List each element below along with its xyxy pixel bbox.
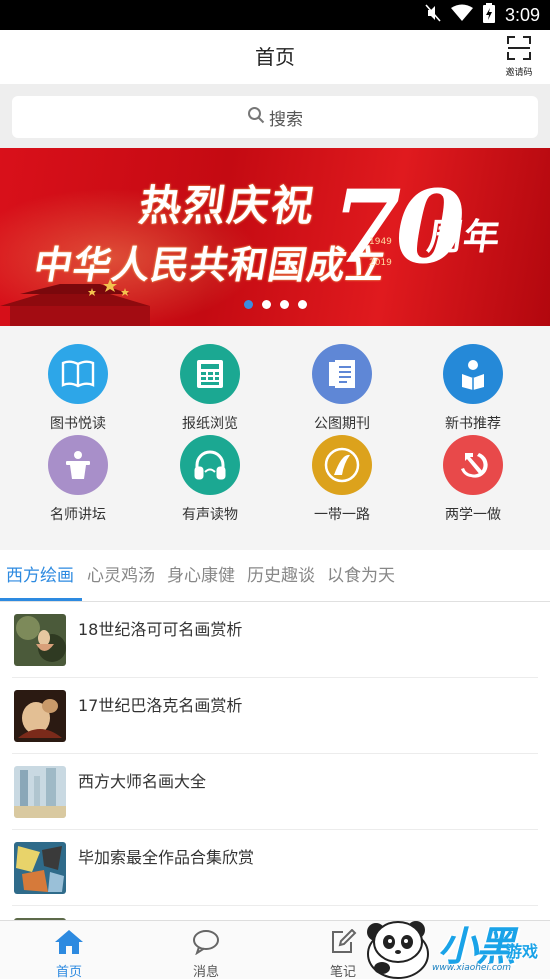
message-icon	[191, 929, 221, 959]
battery-icon	[482, 3, 495, 27]
tab-chicken-soup[interactable]: 心灵鸡汤	[87, 550, 155, 602]
grid-item-label: 新书推荐	[445, 416, 501, 432]
grid-item-label: 两学一做	[445, 507, 501, 523]
grid-item-belt-road[interactable]: 一带一路	[287, 435, 397, 525]
carousel-indicators	[0, 300, 550, 309]
status-bar: 3:09	[0, 0, 550, 30]
nav-label: 消息	[192, 965, 219, 979]
search-bar-container: 搜索	[0, 84, 550, 148]
article-thumbnail	[14, 842, 66, 894]
book-icon	[48, 344, 108, 404]
tab-food[interactable]: 以食为天	[327, 550, 395, 602]
article-title: 17世纪巴洛克名画赏析	[78, 696, 243, 715]
list-item[interactable]: 18世纪洛可可名画赏析	[0, 602, 550, 678]
grid-item-label: 报纸浏览	[182, 416, 238, 432]
feature-grid: 图书悦读 报纸浏览 公图期刊 新书推荐 名师讲坛 有声读物 一带一路 两学一做	[0, 326, 550, 550]
grid-item-audiobooks[interactable]: 有声读物	[155, 435, 265, 525]
tab-health[interactable]: 身心康健	[167, 550, 235, 602]
note-icon	[328, 928, 358, 959]
article-title: 毕加索最全作品合集欣赏	[78, 848, 255, 867]
carousel-dot[interactable]	[261, 300, 271, 309]
grid-item-label: 有声读物	[182, 507, 238, 523]
grid-item-new-books[interactable]: 新书推荐	[418, 344, 528, 434]
watermark-url: www.xiaohei.com	[432, 963, 512, 973]
search-placeholder: 搜索	[269, 109, 303, 130]
app-header: 首页 邀请码	[0, 30, 550, 84]
carousel-dot[interactable]	[243, 300, 253, 309]
grid-item-label: 公图期刊	[314, 416, 370, 432]
tab-western-painting[interactable]: 西方绘画	[6, 550, 74, 602]
banner-year-end: 2019	[369, 258, 392, 268]
status-time: 3:09	[504, 4, 540, 25]
article-thumbnail	[14, 690, 66, 742]
article-title: 18世纪洛可可名画赏析	[78, 620, 243, 639]
page-title: 首页	[255, 45, 295, 69]
grid-item-books[interactable]: 图书悦读	[23, 344, 133, 434]
newspaper-icon	[180, 344, 240, 404]
list-item[interactable]: 毕加索最全作品合集欣赏	[0, 830, 550, 906]
grid-item-label: 图书悦读	[50, 416, 106, 432]
active-tab-indicator	[0, 598, 82, 601]
nav-label: 首页	[55, 965, 82, 979]
podium-icon	[48, 435, 108, 495]
reader-icon	[443, 344, 503, 404]
grid-item-newspapers[interactable]: 报纸浏览	[155, 344, 265, 434]
carousel-dot[interactable]	[279, 300, 289, 309]
nav-messages[interactable]: 消息	[161, 921, 251, 979]
article-thumbnail	[14, 766, 66, 818]
list-item[interactable]: 17世纪巴洛克名画赏析	[0, 678, 550, 754]
hammer-sickle-icon	[443, 435, 503, 495]
banner-headline-3: 周年	[424, 216, 503, 258]
journal-icon	[312, 344, 372, 404]
banner-year-start: 1949	[369, 237, 392, 247]
carousel-dot[interactable]	[297, 300, 307, 309]
home-icon	[54, 929, 84, 959]
grid-item-lectures[interactable]: 名师讲坛	[23, 435, 133, 525]
invite-code-label: 邀请码	[505, 68, 533, 78]
invite-code-button[interactable]: 邀请码	[498, 36, 540, 80]
article-list: 18世纪洛可可名画赏析 17世纪巴洛克名画赏析 西方大师名画大全 毕加索最全作品…	[0, 602, 550, 920]
search-icon	[247, 106, 265, 129]
article-thumbnail	[14, 614, 66, 666]
panda-mascot	[367, 921, 429, 979]
nav-home[interactable]: 首页	[24, 921, 114, 979]
banner-headline-1: 热烈庆祝	[136, 181, 320, 230]
search-input[interactable]: 搜索	[12, 96, 538, 138]
nav-label: 笔记	[329, 965, 356, 979]
list-item[interactable]: 西方大师名画大全	[0, 754, 550, 830]
belt-road-icon	[312, 435, 372, 495]
watermark-logo: 小黑 游戏 www.xiaohei.com	[358, 910, 550, 979]
grid-item-journals[interactable]: 公图期刊	[287, 344, 397, 434]
grid-item-label: 名师讲坛	[50, 507, 106, 523]
scan-icon	[507, 36, 531, 64]
headphones-icon	[180, 435, 240, 495]
grid-item-two-studies[interactable]: 两学一做	[418, 435, 528, 525]
category-tabs: 西方绘画 心灵鸡汤 身心康健 历史趣谈 以食为天	[0, 550, 550, 602]
banner-carousel[interactable]: 热烈庆祝 中华人民共和国成立 70 1949 2019 周年	[0, 148, 550, 326]
wifi-icon	[450, 4, 473, 26]
mute-icon	[425, 4, 441, 26]
article-title: 西方大师名画大全	[78, 772, 207, 791]
watermark-suffix: 游戏	[506, 942, 539, 961]
grid-item-label: 一带一路	[314, 507, 370, 523]
tab-history[interactable]: 历史趣谈	[247, 550, 315, 602]
